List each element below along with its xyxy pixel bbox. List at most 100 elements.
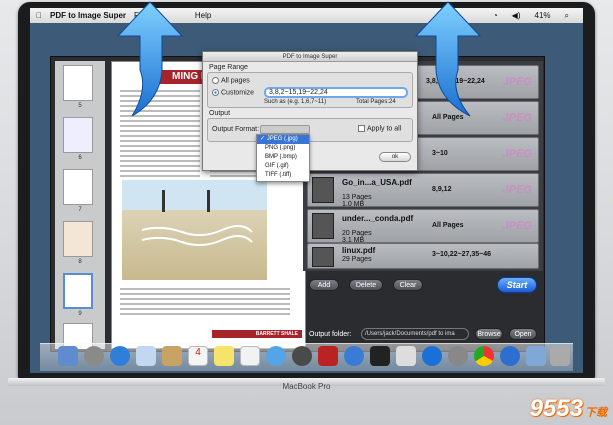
format-dropdown-menu: ✓ JPEG (.jpg) PNG (.png) BMP (.bmp) GIF … [256,134,310,182]
all-pages-option[interactable]: All pages [212,77,250,84]
page-range: 8,9,12 [432,186,452,193]
calendar-icon[interactable]: 4 [188,346,208,366]
page-thumbnails: 5 6 7 8 9 [55,61,105,349]
photo-booth-icon[interactable] [292,346,312,366]
range-example: Such as (e.g. 1,6,7~11) [264,99,327,105]
search-icon[interactable]: ⌕ [565,11,569,21]
page-range: 3~10 [432,150,448,157]
trash-icon[interactable] [550,346,570,366]
output-format-select[interactable] [260,125,310,134]
thumb-label: 5 [78,103,82,109]
photo-icon[interactable] [318,346,338,366]
file-size: 20 Pages 3.1 MB [342,230,372,244]
page-range: 3~10,22~27,35~46 [432,251,491,258]
notes-icon[interactable] [214,346,234,366]
format-badge: JPEG [502,76,532,88]
ok-button[interactable]: ok [379,152,411,162]
macbook-label: MacBook Pro [282,382,331,391]
thumb-label: 7 [78,207,82,213]
apply-to-all-checkbox[interactable] [358,125,365,132]
dock: 4 [40,343,573,371]
format-option-jpeg[interactable]: ✓ JPEG (.jpg) [257,135,309,144]
page-thumbnail[interactable] [63,65,93,101]
battery-indicator[interactable]: 41% [535,11,551,20]
pdf-file-icon [312,213,334,239]
all-pages-radio[interactable] [212,77,219,84]
help-menu[interactable]: Help [195,11,211,20]
document-footer: BARRETT SHALE [212,330,302,338]
page-thumbnail[interactable] [63,221,93,257]
clear-button[interactable]: Clear [393,279,423,291]
reminders-icon[interactable] [240,346,260,366]
volume-icon[interactable]: ◀) [512,11,521,20]
chrome-icon[interactable] [474,346,494,366]
preview-icon[interactable] [396,346,416,366]
file-row[interactable]: Go_in...a_USA.pdf 13 Pages 1.0 MB 8,9,12 … [307,173,539,208]
browser-icon[interactable] [500,346,520,366]
file-name: linux.pdf [342,246,376,255]
page-range-label: Page Range [209,64,248,71]
page-thumbnail[interactable] [63,117,93,153]
delete-button[interactable]: Delete [349,279,383,291]
itunes-icon[interactable] [344,346,364,366]
terminal-icon[interactable] [370,346,390,366]
output-folder-label: Output folder: [309,331,352,338]
page-thumbnail[interactable] [63,169,93,205]
browse-button[interactable]: Browse [475,328,503,340]
right-arrow-icon [414,1,482,117]
format-option-png[interactable]: PNG (.png) [257,144,309,153]
open-button[interactable]: Open [509,328,537,340]
customize-range-input[interactable]: 3,8,2~15,19~22,24 [264,87,408,98]
mail-icon[interactable] [136,346,156,366]
start-button[interactable]: Start [497,277,537,293]
dialog-title: PDF to Image Super [203,52,417,62]
format-badge: JPEG [502,148,532,160]
file-size: 29 Pages [342,256,372,263]
output-label: Output [209,110,231,117]
page-thumbnail-selected[interactable] [63,273,93,309]
app-store-icon[interactable] [422,346,442,366]
text-column [120,288,290,318]
safari-icon[interactable] [110,346,130,366]
file-size: 13 Pages 1.0 MB [342,194,372,208]
format-option-bmp[interactable]: BMP (.bmp) [257,153,309,162]
file-name: Go_in...a_USA.pdf [342,178,412,187]
page-range-group: All pages Customize 3,8,2~15,19~22,24 Su… [207,72,413,108]
launchpad-icon[interactable] [84,346,104,366]
file-row[interactable]: under..._conda.pdf 20 Pages 3.1 MB All Pa… [307,209,539,244]
total-pages: Total Pages:24 [356,99,396,105]
well-diagram-image [122,180,267,280]
settings-dialog: PDF to Image Super Page Range All pages … [202,51,418,171]
action-bar: Add Delete Clear Start Output folder: /U… [303,273,543,349]
downloads-folder-icon[interactable] [526,346,546,366]
file-row[interactable]: linux.pdf 29 Pages 3~10,22~27,35~46 [307,243,539,269]
format-option-gif[interactable]: GIF (.gif) [257,162,309,171]
watermark-logo: 9553 下载 [529,395,607,422]
apply-to-all-option[interactable]: Apply to all [358,125,401,132]
thumb-label: 6 [78,155,82,161]
thumb-label: 8 [78,259,82,265]
finder-icon[interactable] [58,346,78,366]
format-badge: JPEG [502,220,532,232]
customize-option[interactable]: Customize [212,89,254,96]
file-name: under..._conda.pdf [342,214,414,223]
thumb-label: 9 [78,311,82,317]
system-preferences-icon[interactable] [448,346,468,366]
format-badge: JPEG [502,184,532,196]
maps-icon[interactable] [266,346,286,366]
apple-menu-icon[interactable]:  [36,11,42,20]
customize-radio[interactable] [212,89,219,96]
page-range: All Pages [432,222,464,229]
laptop-photo:  PDF to Image Super File Help ◔ ◀) 41% … [0,0,613,425]
format-option-tiff[interactable]: TIFF (.tiff) [257,171,309,180]
wifi-icon[interactable]: ◔ [493,11,498,20]
left-arrow-icon [116,1,184,117]
format-badge: JPEG [502,112,532,124]
pdf-file-icon [312,247,334,267]
add-button[interactable]: Add [309,279,339,291]
output-format-label: Output Format: [212,126,260,133]
contacts-icon[interactable] [162,346,182,366]
output-folder-field[interactable]: /Users/jack/Documents/pdf to ima [361,328,469,340]
output-group: Output Format: Apply to all [207,118,413,142]
pdf-file-icon [312,177,334,203]
